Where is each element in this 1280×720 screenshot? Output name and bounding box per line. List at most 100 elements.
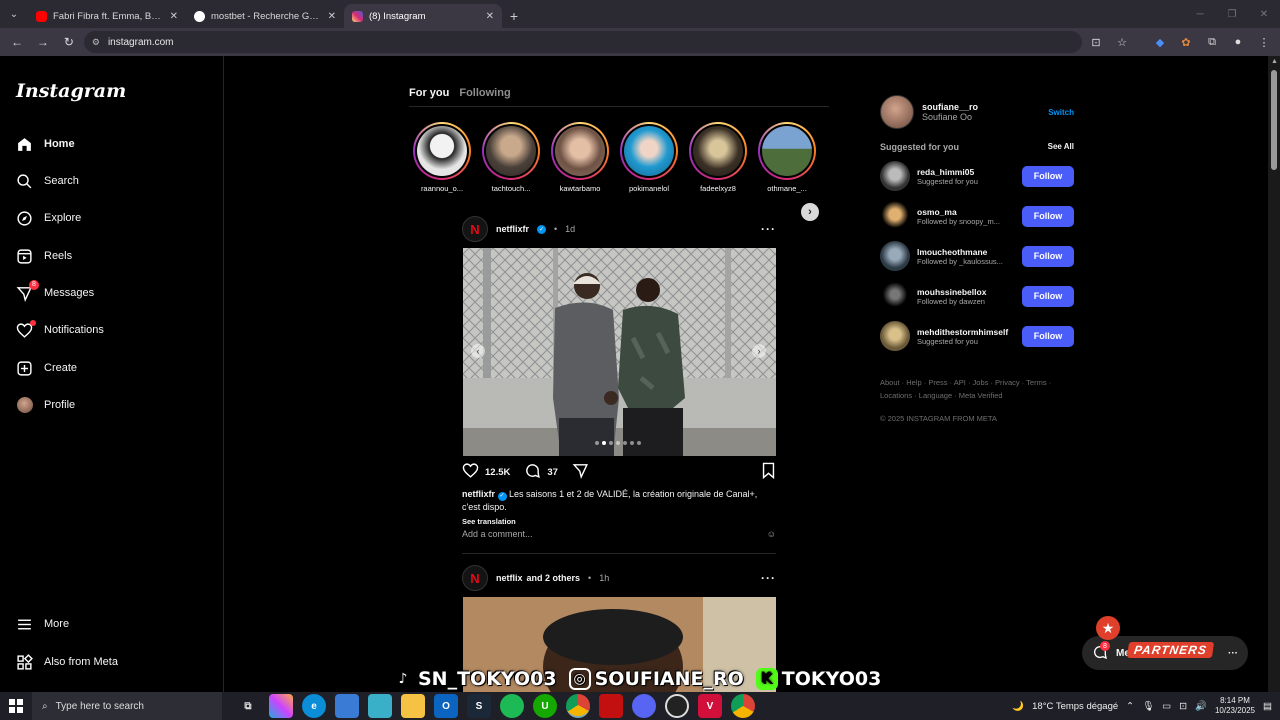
close-icon[interactable]: ✕: [170, 11, 178, 22]
close-window-button[interactable]: ✕: [1248, 0, 1280, 28]
app-icon[interactable]: V: [698, 694, 722, 718]
save-button[interactable]: [761, 462, 776, 482]
task-view-icon[interactable]: ⧉: [236, 694, 260, 718]
forward-button[interactable]: →: [32, 31, 54, 53]
chrome-icon[interactable]: [566, 694, 590, 718]
sidebar-item-profile[interactable]: Profile: [16, 393, 75, 417]
steam-icon[interactable]: S: [467, 694, 491, 718]
share-button[interactable]: [572, 462, 589, 482]
instagram-logo[interactable]: Instagram: [16, 80, 126, 102]
add-comment-field[interactable]: Add a comment... ☺: [462, 529, 776, 539]
avatar[interactable]: [880, 201, 910, 231]
browser-tab-instagram[interactable]: (8) Instagram ✕: [344, 4, 502, 28]
account-username[interactable]: soufiane__ro: [922, 102, 978, 112]
taskbar-search-field[interactable]: ⌕ Type here to search: [32, 692, 222, 720]
avatar[interactable]: [880, 281, 910, 311]
browser-tab-youtube[interactable]: Fabri Fibra ft. Emma, Baby Gang ✕: [28, 4, 186, 28]
story-item[interactable]: pokimanelol: [620, 122, 678, 193]
tab-for-you[interactable]: For you: [409, 87, 449, 99]
restore-button[interactable]: ❐: [1216, 0, 1248, 28]
extensions-puzzle-icon[interactable]: ⧉: [1202, 32, 1222, 52]
store-icon[interactable]: [335, 694, 359, 718]
story-item[interactable]: tachtouch...: [482, 122, 540, 193]
netflix-avatar[interactable]: N: [462, 565, 488, 591]
scrollbar-thumb[interactable]: [1271, 70, 1277, 170]
tab-following[interactable]: Following: [459, 87, 510, 99]
sidebar-item-more[interactable]: More: [16, 612, 69, 636]
network-icon[interactable]: ⊡: [1179, 701, 1187, 712]
microphone-icon[interactable]: 🎙: [1142, 701, 1154, 712]
suggestion-username[interactable]: mouhssinebellox: [917, 287, 1015, 297]
previous-image-button[interactable]: ‹: [471, 344, 485, 358]
extension-icon[interactable]: ✿: [1176, 32, 1196, 52]
avatar[interactable]: [880, 95, 914, 129]
comment-button[interactable]: [524, 462, 541, 482]
page-scrollbar[interactable]: ▲: [1268, 56, 1280, 692]
profile-avatar-icon[interactable]: ●: [1228, 32, 1248, 52]
suggestion-username[interactable]: osmo_ma: [917, 207, 1015, 217]
netflix-avatar[interactable]: N: [462, 216, 488, 242]
scroll-up-arrow-icon[interactable]: ▲: [1271, 58, 1278, 65]
sidebar-item-messages[interactable]: 8 Messages: [16, 279, 94, 305]
sidebar-item-create[interactable]: Create: [16, 356, 77, 380]
post-collaborators[interactable]: and 2 others: [527, 573, 581, 583]
follow-button[interactable]: Follow: [1022, 205, 1074, 227]
avatar[interactable]: [880, 161, 910, 191]
more-options-icon[interactable]: ···: [761, 571, 776, 585]
sidebar-item-home[interactable]: Home: [16, 132, 75, 156]
sidebar-item-notifications[interactable]: Notifications: [16, 318, 104, 342]
sidebar-item-also-from-meta[interactable]: Also from Meta: [16, 650, 118, 674]
app-icon[interactable]: [599, 694, 623, 718]
avatar[interactable]: [880, 321, 910, 351]
outlook-icon[interactable]: O: [434, 694, 458, 718]
new-tab-button[interactable]: +: [502, 4, 526, 28]
upwork-icon[interactable]: U: [533, 694, 557, 718]
post-image[interactable]: ‹ ›: [463, 248, 776, 456]
story-item[interactable]: kawtarbamo: [551, 122, 609, 193]
file-explorer-icon[interactable]: [401, 694, 425, 718]
sidebar-item-reels[interactable]: Reels: [16, 244, 72, 268]
suggestion-username[interactable]: mehdithestormhimself: [917, 327, 1015, 337]
back-button[interactable]: ←: [6, 31, 28, 53]
follow-button[interactable]: Follow: [1022, 325, 1074, 347]
obs-icon[interactable]: [665, 694, 689, 718]
install-app-icon[interactable]: ⊡: [1086, 32, 1106, 52]
footer-links[interactable]: About · Help · Press · API · Jobs · Priv…: [880, 376, 1074, 402]
weather-text[interactable]: 18°C Temps dégagé: [1032, 701, 1118, 712]
post-username[interactable]: netflixfr: [496, 224, 529, 234]
story-item[interactable]: raannou_o...: [413, 122, 471, 193]
battery-icon[interactable]: ▭: [1162, 701, 1171, 712]
reload-button[interactable]: ↻: [58, 31, 80, 53]
close-icon[interactable]: ✕: [486, 11, 494, 22]
browser-menu-icon[interactable]: ⋮: [1254, 32, 1274, 52]
switch-account-link[interactable]: Switch: [1048, 108, 1074, 117]
chevron-up-icon[interactable]: ⌃: [1126, 701, 1134, 712]
app-icon[interactable]: [368, 694, 392, 718]
more-options-icon[interactable]: ···: [1228, 648, 1238, 659]
suggestion-username[interactable]: lmoucheothmane: [917, 247, 1015, 257]
next-image-button[interactable]: ›: [752, 344, 766, 358]
app-icon[interactable]: [632, 694, 656, 718]
see-translation-link[interactable]: See translation: [462, 517, 516, 526]
copilot-icon[interactable]: [269, 694, 293, 718]
story-item[interactable]: othmane_...: [758, 122, 816, 193]
tab-search-button[interactable]: ⌄: [0, 0, 28, 28]
browser-tab-google[interactable]: mostbet - Recherche Google ✕: [186, 4, 344, 28]
stories-next-button[interactable]: ›: [801, 203, 819, 221]
avatar[interactable]: [880, 241, 910, 271]
edge-icon[interactable]: e: [302, 694, 326, 718]
emoji-icon[interactable]: ☺: [767, 529, 776, 539]
more-options-icon[interactable]: ···: [761, 222, 776, 236]
notification-center-icon[interactable]: ▤: [1263, 701, 1272, 712]
sidebar-item-explore[interactable]: Explore: [16, 206, 81, 230]
clock[interactable]: 8:14 PM 10/23/2025: [1215, 696, 1255, 716]
url-field[interactable]: ⚙ instagram.com: [83, 31, 1082, 53]
site-info-icon[interactable]: ⚙: [92, 37, 100, 48]
close-icon[interactable]: ✕: [328, 11, 336, 22]
suggestion-username[interactable]: reda_himmi05: [917, 167, 1015, 177]
minimize-button[interactable]: ─: [1184, 0, 1216, 28]
extension-icon[interactable]: ◆: [1150, 32, 1170, 52]
post-username[interactable]: netflix: [496, 573, 523, 583]
follow-button[interactable]: Follow: [1022, 245, 1074, 267]
sidebar-item-search[interactable]: Search: [16, 169, 79, 193]
